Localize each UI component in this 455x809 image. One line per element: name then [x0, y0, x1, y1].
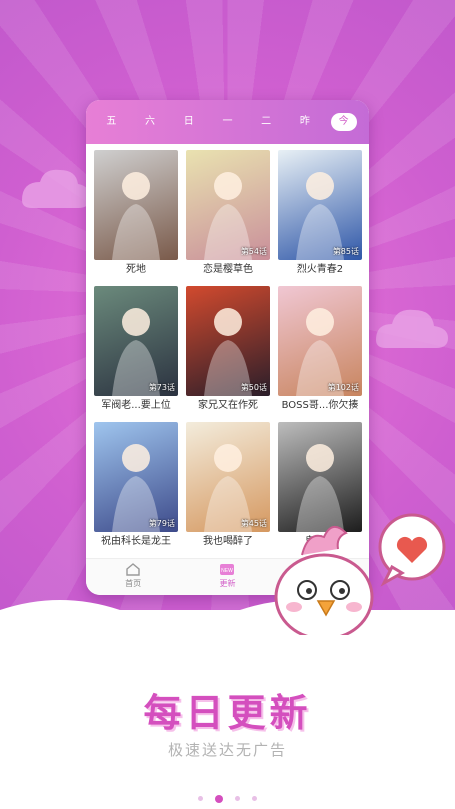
comic-cover-image[interactable]: 第73话 — [94, 286, 178, 396]
day-tab-1[interactable]: 六 — [137, 113, 163, 131]
comic-card[interactable]: 第79话祝由科长是龙王 — [94, 422, 178, 552]
comic-title[interactable]: 祝由科长是龙王 — [94, 532, 178, 552]
comic-grid: 死地 第54话 恋是樱草色 第85话 烈火青春2 第73话 军阀老...要上位 第50话 家兄又… — [86, 144, 369, 552]
chicken-mascot-icon — [274, 513, 446, 635]
page-dot — [215, 794, 223, 803]
tab-label: 更新 — [219, 579, 236, 588]
episode-label: 第85话 — [332, 247, 359, 256]
weekday-selector: 五六日一二昨今 — [86, 100, 369, 144]
comic-cover-image[interactable]: 第79话 — [94, 422, 178, 532]
comic-title[interactable]: 烈火青春2 — [278, 260, 362, 280]
day-tab-2[interactable]: 日 — [176, 113, 202, 131]
comic-title[interactable]: BOSS哥...你欠揍 — [278, 396, 362, 416]
page-dot — [198, 796, 203, 801]
episode-label: 第54话 — [240, 247, 267, 256]
comic-card[interactable]: 第73话军阀老...要上位 — [94, 286, 178, 416]
page-indicator — [0, 788, 455, 807]
headline: 每日更新 — [143, 691, 312, 735]
episode-label: 第50话 — [240, 383, 267, 392]
cloud-left-decoration — [22, 169, 90, 208]
comic-title[interactable]: 军阀老...要上位 — [94, 396, 178, 416]
tab-label: 首页 — [125, 579, 142, 588]
comic-title[interactable]: 死地 — [94, 260, 178, 280]
comic-cover-image[interactable] — [94, 150, 178, 260]
comic-card[interactable]: 第102话 BOSS哥...你欠揍 — [278, 286, 362, 416]
page-dot — [235, 796, 240, 801]
cloud-right-decoration — [376, 309, 448, 348]
episode-label: 第102话 — [327, 383, 359, 392]
comic-card[interactable]: 第85话烈火青春2 — [278, 150, 362, 280]
comic-title[interactable]: 恋是樱草色 — [186, 260, 270, 280]
day-tab-5[interactable]: 昨 — [292, 113, 318, 131]
day-tab-0[interactable]: 五 — [98, 113, 124, 131]
comic-cover-image[interactable]: 第45话 — [186, 422, 270, 532]
comic-card[interactable]: 死地 — [94, 150, 178, 280]
episode-label: 第73话 — [148, 383, 175, 392]
comic-cover-image[interactable]: 第102话 — [278, 286, 362, 396]
heart-speech-bubble-icon — [378, 513, 446, 587]
new-update-icon: NEW — [180, 562, 274, 576]
comic-title[interactable]: 我也喝醉了 — [186, 532, 270, 552]
comic-card[interactable]: 第45话 我也喝醉了 — [186, 422, 270, 552]
svg-text:NEW: NEW — [222, 568, 234, 574]
day-tab-3[interactable]: 一 — [214, 113, 240, 131]
day-tab-6[interactable]: 今 — [330, 113, 357, 131]
home-icon — [86, 562, 180, 576]
comic-cover-image[interactable]: 第54话 — [186, 150, 270, 260]
comic-cover-image[interactable]: 第85话 — [278, 150, 362, 260]
comic-title[interactable]: 家兄又在作死 — [186, 396, 270, 416]
comic-card[interactable]: 第54话恋是樱草色 — [186, 150, 270, 280]
comic-cover-image[interactable]: 第50话 — [186, 286, 270, 396]
episode-label: 第79话 — [148, 519, 175, 528]
subtitle: 极速送达无广告 — [167, 741, 287, 759]
comic-card[interactable]: 第50话家兄又在作死 — [186, 286, 270, 416]
page-dot — [252, 796, 257, 801]
day-tab-4[interactable]: 二 — [253, 113, 279, 131]
